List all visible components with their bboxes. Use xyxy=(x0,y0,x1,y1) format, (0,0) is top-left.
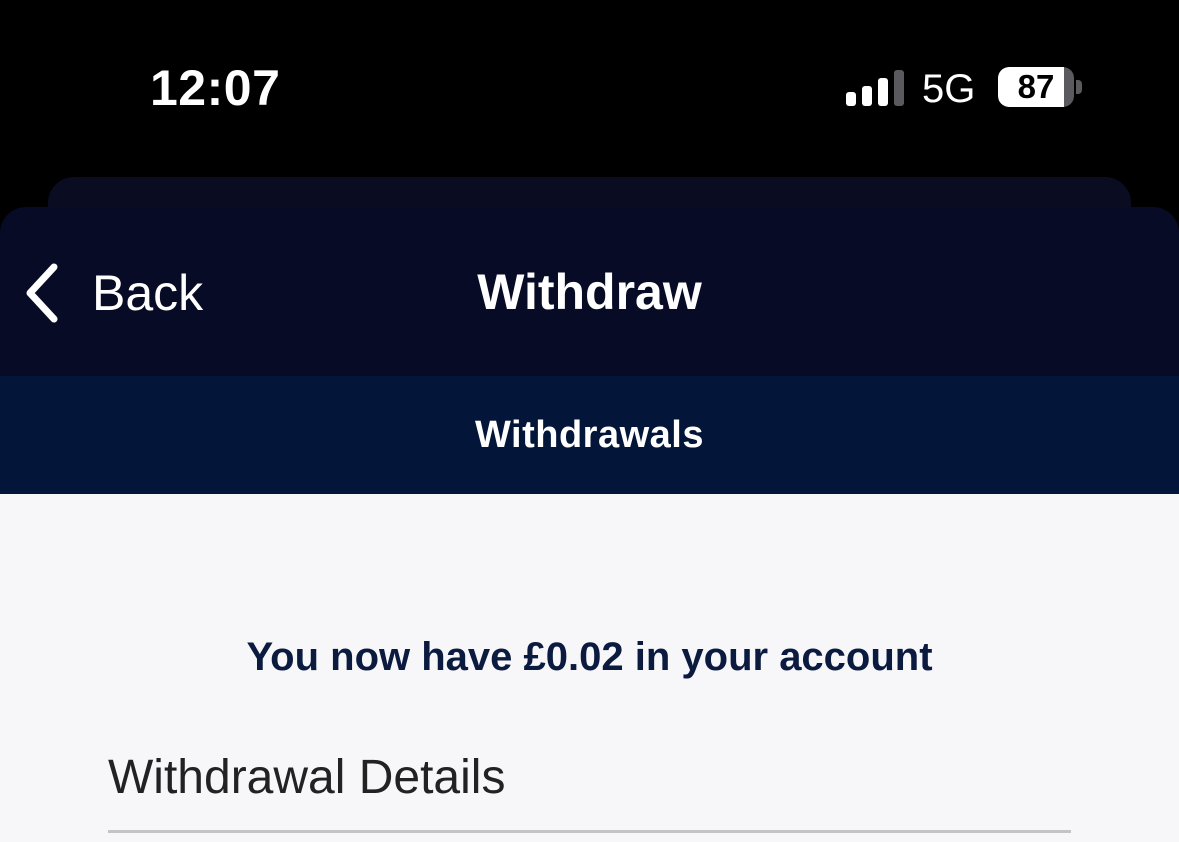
tab-withdrawals[interactable]: Withdrawals xyxy=(0,376,1179,494)
cellular-signal-icon xyxy=(846,70,904,106)
back-button[interactable]: Back xyxy=(20,258,203,328)
back-label: Back xyxy=(92,265,204,321)
withdraw-screen: 12:07 5G 87 Back Withdraw Withdrawals Yo… xyxy=(0,0,1179,842)
battery-percentage: 87 xyxy=(1017,68,1055,105)
divider xyxy=(108,830,1071,833)
withdrawal-details-heading: Withdrawal Details xyxy=(108,751,506,804)
chevron-left-icon xyxy=(26,263,58,323)
account-balance-text: You now have £0.02 in your account xyxy=(246,635,933,679)
battery-cap xyxy=(1076,80,1082,94)
network-type: 5G xyxy=(922,67,976,111)
status-time: 12:07 xyxy=(150,60,281,116)
main-content: You now have £0.02 in your account Withd… xyxy=(0,494,1179,842)
tab-label: Withdrawals xyxy=(475,413,704,456)
battery-icon: 87 xyxy=(998,67,1074,107)
